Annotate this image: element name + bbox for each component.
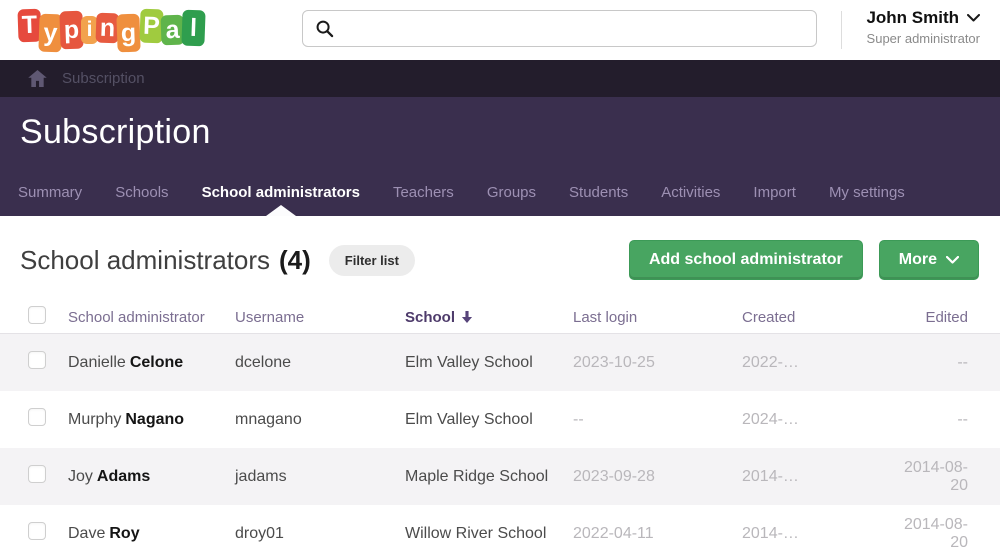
logo-letter: p: [59, 11, 83, 50]
cell-edited: 2014-08-20: [892, 459, 968, 495]
cell-edited: 2014-08-20: [892, 516, 968, 552]
table-row[interactable]: MurphyNagano mnagano Elm Valley School -…: [0, 391, 1000, 448]
row-checkbox[interactable]: [28, 465, 46, 483]
cell-last-login: 2022-04-11: [573, 525, 742, 543]
cell-name: DanielleCelone: [68, 354, 235, 372]
cell-username: jadams: [235, 468, 405, 486]
tab-summary[interactable]: Summary: [18, 184, 82, 201]
cell-username: droy01: [235, 525, 405, 543]
column-header-last-login[interactable]: Last login: [573, 309, 742, 326]
tab-students[interactable]: Students: [569, 184, 628, 201]
typingpal-logo[interactable]: T y p i n g P a l: [18, 8, 203, 46]
breadcrumb-label: Subscription: [62, 70, 145, 87]
cell-name: MurphyNagano: [68, 411, 235, 429]
header-divider: [841, 11, 842, 49]
cell-username: mnagano: [235, 411, 405, 429]
tab-import[interactable]: Import: [753, 184, 796, 201]
row-checkbox[interactable]: [28, 351, 46, 369]
chevron-down-icon: [946, 256, 959, 264]
table-row[interactable]: DaveRoy droy01 Willow River School 2022-…: [0, 505, 1000, 559]
table-header-row: School administrator Username School Las…: [0, 301, 1000, 334]
sort-desc-arrow-icon: [461, 311, 473, 324]
column-header-username[interactable]: Username: [235, 309, 405, 326]
filter-list-button[interactable]: Filter list: [329, 245, 415, 276]
chevron-down-icon: [967, 14, 980, 22]
cell-edited: --: [892, 411, 968, 429]
logo-letter: l: [181, 10, 205, 47]
tab-bar: Summary Schools School administrators Te…: [18, 184, 1000, 216]
cell-school: Elm Valley School: [405, 354, 573, 372]
breadcrumb: Subscription: [0, 60, 1000, 97]
add-school-administrator-button[interactable]: Add school administrator: [629, 240, 863, 280]
section-header: Subscription Summary Schools School admi…: [0, 97, 1000, 216]
search-icon: [315, 19, 334, 38]
column-header-school-administrator[interactable]: School administrator: [68, 309, 235, 326]
row-checkbox[interactable]: [28, 522, 46, 540]
administrators-table: School administrator Username School Las…: [0, 301, 1000, 559]
top-bar: T y p i n g P a l John Smith Super admin…: [0, 0, 1000, 60]
page-title: Subscription: [0, 97, 1000, 152]
user-name: John Smith: [866, 8, 959, 28]
user-menu[interactable]: John Smith Super administrator: [866, 8, 980, 46]
tab-school-administrators[interactable]: School administrators: [202, 184, 360, 201]
cell-name: DaveRoy: [68, 525, 235, 543]
cell-last-login: 2023-09-28: [573, 468, 742, 486]
column-header-school[interactable]: School: [405, 309, 573, 326]
cell-school: Elm Valley School: [405, 411, 573, 429]
list-title: School administrators: [20, 245, 270, 276]
tab-teachers[interactable]: Teachers: [393, 184, 454, 201]
table-row[interactable]: JoyAdams jadams Maple Ridge School 2023-…: [0, 448, 1000, 505]
tab-groups[interactable]: Groups: [487, 184, 536, 201]
cell-last-login: 2023-10-25: [573, 354, 742, 372]
home-icon[interactable]: [28, 70, 47, 87]
user-role: Super administrator: [866, 31, 980, 46]
cell-created: 2022-…: [742, 354, 892, 372]
cell-school: Willow River School: [405, 525, 573, 543]
row-checkbox[interactable]: [28, 408, 46, 426]
column-header-created[interactable]: Created: [742, 309, 892, 326]
content-header: School administrators (4) Filter list Ad…: [0, 216, 1000, 280]
table-body: DanielleCelone dcelone Elm Valley School…: [0, 334, 1000, 559]
cell-username: dcelone: [235, 354, 405, 372]
cell-last-login: --: [573, 411, 742, 429]
more-button[interactable]: More: [879, 240, 979, 280]
column-header-edited[interactable]: Edited: [892, 309, 968, 326]
cell-edited: --: [892, 354, 968, 372]
tab-activities[interactable]: Activities: [661, 184, 720, 201]
tab-schools[interactable]: Schools: [115, 184, 168, 201]
search-box: [302, 10, 817, 47]
tab-my-settings[interactable]: My settings: [829, 184, 905, 201]
cell-school: Maple Ridge School: [405, 468, 573, 486]
list-count: (4): [279, 245, 311, 276]
cell-created: 2024-…: [742, 411, 892, 429]
table-row[interactable]: DanielleCelone dcelone Elm Valley School…: [0, 334, 1000, 391]
search-input[interactable]: [334, 11, 816, 46]
cell-name: JoyAdams: [68, 468, 235, 486]
cell-created: 2014-…: [742, 468, 892, 486]
select-all-checkbox[interactable]: [28, 306, 46, 324]
cell-created: 2014-…: [742, 525, 892, 543]
logo-letter: g: [116, 14, 140, 53]
